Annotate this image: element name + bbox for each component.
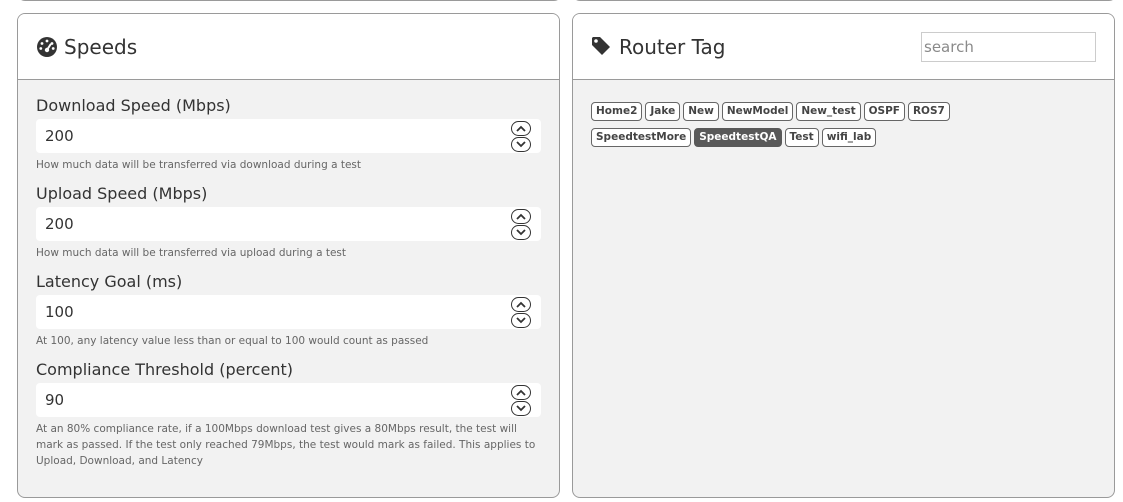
panel-above-right — [572, 0, 1117, 1]
compliance-threshold-input[interactable]: 90 — [36, 383, 541, 417]
compliance-threshold-field: Compliance Threshold (percent) 90 At an … — [36, 360, 541, 469]
tag-home2[interactable]: Home2 — [591, 102, 643, 121]
download-speed-field: Download Speed (Mbps) 200 How much data … — [36, 96, 541, 173]
upload-speed-help: How much data will be transferred via up… — [36, 247, 347, 259]
tag-search-input[interactable] — [921, 32, 1096, 62]
tag-ospf[interactable]: OSPF — [863, 102, 905, 121]
upload-speed-stepper[interactable] — [509, 208, 533, 240]
compliance-threshold-help: At an 80% compliance rate, if a 100Mbps … — [36, 423, 536, 467]
tag-speedtestmore[interactable]: SpeedtestMore — [591, 128, 692, 147]
tag-list: Home2 Jake New NewModel New_test OSPF RO… — [573, 80, 1059, 154]
chevron-down-icon[interactable] — [511, 136, 531, 152]
tag-speedtestqa[interactable]: SpeedtestQA — [694, 128, 782, 147]
tag-new[interactable]: New — [683, 102, 719, 121]
tachometer-icon — [36, 36, 58, 58]
compliance-threshold-label: Compliance Threshold (percent) — [36, 360, 293, 379]
upload-speed-input[interactable]: 200 — [36, 207, 541, 241]
speeds-panel: Speeds Download Speed (Mbps) 200 How muc… — [17, 13, 560, 498]
chevron-up-icon[interactable] — [511, 120, 531, 136]
chevron-up-icon[interactable] — [511, 296, 531, 312]
latency-goal-value[interactable]: 100 — [45, 303, 74, 321]
download-speed-stepper[interactable] — [509, 120, 533, 152]
panel-above-left — [17, 0, 562, 1]
tag-wifi-lab[interactable]: wifi_lab — [821, 128, 877, 147]
chevron-down-icon[interactable] — [511, 224, 531, 240]
download-speed-help: How much data will be transferred via do… — [36, 159, 362, 171]
chevron-up-icon[interactable] — [511, 208, 531, 224]
compliance-threshold-value[interactable]: 90 — [45, 391, 64, 409]
latency-goal-field: Latency Goal (ms) 100 At 100, any latenc… — [36, 272, 541, 349]
download-speed-input[interactable]: 200 — [36, 119, 541, 153]
speeds-header: Speeds — [18, 14, 559, 80]
speeds-title: Speeds — [64, 34, 138, 59]
chevron-down-icon[interactable] — [511, 400, 531, 416]
latency-goal-help: At 100, any latency value less than or e… — [36, 335, 429, 347]
latency-goal-input[interactable]: 100 — [36, 295, 541, 329]
download-speed-value[interactable]: 200 — [45, 127, 74, 145]
tag-ros7[interactable]: ROS7 — [907, 102, 950, 121]
upload-speed-field: Upload Speed (Mbps) 200 How much data wi… — [36, 184, 541, 261]
tag-icon — [591, 36, 613, 58]
tag-jake[interactable]: Jake — [645, 102, 681, 121]
tag-test[interactable]: Test — [784, 128, 819, 147]
speeds-form: Download Speed (Mbps) 200 How much data … — [18, 80, 559, 469]
latency-goal-stepper[interactable] — [509, 296, 533, 328]
upload-speed-label: Upload Speed (Mbps) — [36, 184, 208, 203]
router-tag-title: Router Tag — [619, 34, 726, 59]
chevron-down-icon[interactable] — [511, 312, 531, 328]
chevron-up-icon[interactable] — [511, 384, 531, 400]
tag-new-test[interactable]: New_test — [796, 102, 861, 121]
router-tag-panel: Router Tag Home2 Jake New NewModel New_t… — [572, 13, 1115, 498]
upload-speed-value[interactable]: 200 — [45, 215, 74, 233]
tag-newmodel[interactable]: NewModel — [721, 102, 794, 121]
router-tag-header: Router Tag — [573, 14, 1114, 80]
compliance-threshold-stepper[interactable] — [509, 384, 533, 416]
download-speed-label: Download Speed (Mbps) — [36, 96, 231, 115]
latency-goal-label: Latency Goal (ms) — [36, 272, 183, 291]
